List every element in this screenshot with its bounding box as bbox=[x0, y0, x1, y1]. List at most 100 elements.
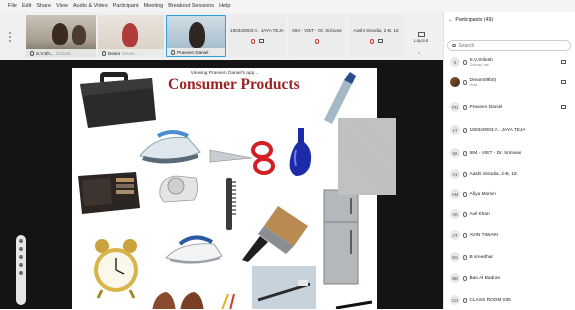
participant-row[interactable]: A1 Aashi Sisodia, 2-B, 18 bbox=[450, 164, 572, 184]
mic-muted-icon bbox=[250, 39, 255, 44]
participant-role: Cohost, me bbox=[469, 62, 489, 67]
shared-slide: Viewing Praveen Daniel's app... Consumer… bbox=[72, 68, 377, 309]
participant-row[interactable]: 1T 190340003 A . JAYA TEJA bbox=[450, 120, 572, 140]
avatar: AK bbox=[450, 209, 460, 219]
mic-icon[interactable] bbox=[463, 254, 467, 260]
refrigerator-image bbox=[323, 189, 359, 285]
video-camera-icon[interactable] bbox=[561, 80, 566, 84]
name-tile[interactable]: 190340003 A . JAYA TEJA bbox=[228, 15, 286, 57]
participant-video-person bbox=[52, 23, 68, 45]
participant-name-block: Afiya Momin bbox=[470, 192, 496, 197]
mic-icon[interactable] bbox=[463, 104, 467, 110]
annotation-toolbar[interactable] bbox=[16, 235, 26, 305]
menu-bar: File Edit Share View Audio & Video Parti… bbox=[0, 0, 575, 12]
shape-tool-icon[interactable] bbox=[19, 255, 23, 259]
menu-edit[interactable]: Edit bbox=[22, 3, 31, 9]
video-camera-icon[interactable] bbox=[561, 60, 566, 64]
video-tile[interactable]: S.V.Sh... Cohost... bbox=[26, 15, 96, 57]
layout-button[interactable]: Layout bbox=[407, 27, 435, 49]
participant-name-block: CLASS ROOM 035 bbox=[470, 298, 511, 303]
participant-video-person bbox=[189, 22, 205, 48]
participant-row[interactable]: BS B sreedhar bbox=[450, 247, 572, 267]
participant-name: Aashi Sisodia, 2-B, 18 bbox=[469, 171, 517, 177]
zoom-tool-icon[interactable] bbox=[19, 271, 23, 275]
menu-breakout-sessions[interactable]: Breakout Sessions bbox=[168, 3, 214, 9]
eraser-tool-icon[interactable] bbox=[19, 263, 23, 267]
avatar: PD bbox=[450, 102, 460, 112]
participant-row[interactable]: CO CLASS ROOM 035 bbox=[450, 290, 572, 310]
participant-name-block: 190340003 A . JAYA TEJA bbox=[470, 128, 526, 133]
participant-name: CLASS ROOM 035 bbox=[469, 297, 511, 303]
participant-row[interactable]: PD Praveen Daniel bbox=[450, 97, 572, 117]
pointer-tool-icon[interactable] bbox=[19, 239, 23, 243]
video-camera-icon[interactable] bbox=[561, 105, 566, 109]
mic-icon[interactable] bbox=[463, 232, 467, 238]
avatar: BS bbox=[450, 252, 460, 262]
mic-icon[interactable] bbox=[463, 59, 467, 65]
tile-name: S.V.Sh... bbox=[36, 50, 54, 56]
mic-icon[interactable] bbox=[463, 127, 467, 133]
mic-muted-icon bbox=[315, 39, 319, 44]
participant-name: S.V.Srilesh bbox=[469, 57, 493, 63]
participant-name-block: Aashi Sisodia, 2-B, 18 bbox=[470, 172, 517, 177]
participant-name-block: Ban Al Badran bbox=[470, 276, 501, 281]
participant-role: Host bbox=[469, 82, 478, 87]
avatar: AM bbox=[450, 189, 460, 199]
tile-name: Deam bbox=[108, 50, 121, 56]
electric-iron-image bbox=[165, 235, 223, 264]
avatar: AT bbox=[450, 230, 460, 240]
video-off-icon bbox=[258, 39, 264, 43]
avatar: BB bbox=[450, 273, 460, 283]
participant-name: B sreedhar bbox=[469, 254, 493, 260]
mic-icon bbox=[30, 50, 34, 56]
mic-icon[interactable] bbox=[463, 171, 467, 177]
search-input[interactable]: Search bbox=[447, 40, 571, 51]
avatar: S bbox=[450, 57, 460, 67]
toothbrush-image bbox=[252, 266, 316, 309]
name-tile[interactable]: Aashi Sisodia, 2-B, 18 bbox=[348, 15, 404, 57]
search-icon bbox=[452, 43, 456, 48]
menu-meeting[interactable]: Meeting bbox=[144, 3, 164, 9]
mic-icon[interactable] bbox=[463, 191, 467, 197]
menu-participant[interactable]: Participant bbox=[113, 3, 139, 9]
participant-name: 594 - VIET - Dr. Srinivas bbox=[469, 150, 522, 156]
menu-view[interactable]: View bbox=[56, 3, 68, 9]
briefcase-image bbox=[80, 72, 156, 128]
menu-file[interactable]: File bbox=[8, 3, 17, 9]
drag-handle-icon[interactable] bbox=[4, 30, 16, 44]
search-placeholder: Search bbox=[458, 42, 475, 49]
participant-row[interactable]: 5S 594 - VIET - Dr. Srinivas bbox=[450, 143, 572, 163]
tile-role: Deam... bbox=[122, 50, 139, 56]
participants-header[interactable]: ⌄ Participants (49) bbox=[448, 17, 493, 23]
mic-icon[interactable] bbox=[463, 79, 467, 85]
participant-row[interactable]: AK Avil Khan bbox=[450, 204, 572, 224]
pencils-image bbox=[221, 294, 235, 309]
mic-icon[interactable] bbox=[463, 297, 467, 303]
video-tile[interactable]: Deam Deam... bbox=[98, 15, 164, 57]
pen-tool-icon[interactable] bbox=[19, 247, 23, 251]
mic-icon[interactable] bbox=[463, 211, 467, 217]
menu-help[interactable]: Help bbox=[219, 3, 230, 9]
active-speaker-tile[interactable]: Praveen Daniel bbox=[166, 15, 226, 57]
participant-row[interactable]: Dream09b0) Host bbox=[450, 72, 572, 92]
menu-share[interactable]: Share bbox=[36, 3, 51, 9]
participant-name: Praveen Daniel bbox=[469, 104, 503, 110]
avatar: 5S bbox=[450, 148, 460, 158]
mic-icon[interactable] bbox=[463, 275, 467, 281]
participant-name-block: Praveen Daniel bbox=[470, 105, 503, 110]
participant-row[interactable]: AM Afiya Momin bbox=[450, 184, 572, 204]
participant-name-block: Avil Khan bbox=[470, 212, 490, 217]
collapse-strip-icon[interactable]: ⌃ bbox=[416, 52, 422, 58]
participant-row[interactable]: S S.V.Srilesh Cohost, me bbox=[450, 52, 572, 72]
participant-video-person bbox=[122, 23, 138, 47]
name-tile[interactable]: 594 - VIET - Dr. Srinivas bbox=[288, 15, 346, 57]
menu-audio-video[interactable]: Audio & Video bbox=[73, 3, 108, 9]
participant-name: Afiya Momin bbox=[469, 191, 496, 197]
participant-name-block: 594 - VIET - Dr. Srinivas bbox=[470, 151, 522, 156]
participant-name-block: Dream09b0) Host bbox=[470, 78, 497, 87]
mic-icon bbox=[102, 50, 106, 56]
shoes-image bbox=[152, 292, 204, 309]
participant-row[interactable]: AT AVIN TIWARI bbox=[450, 225, 572, 245]
participant-row[interactable]: BB Ban Al Badran bbox=[450, 268, 572, 288]
mic-icon[interactable] bbox=[463, 150, 467, 156]
